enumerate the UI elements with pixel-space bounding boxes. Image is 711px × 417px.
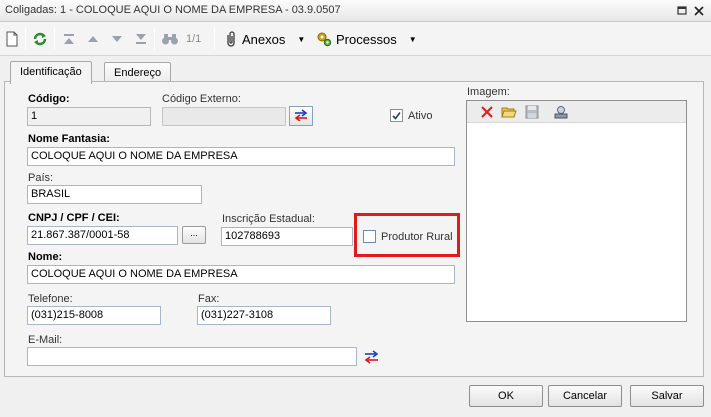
nome-field[interactable]: COLOQUE AQUI O NOME DA EMPRESA	[27, 265, 455, 284]
binoculars-icon[interactable]	[161, 30, 179, 48]
open-folder-icon[interactable]	[501, 104, 517, 120]
codigo-field[interactable]: 1	[27, 107, 151, 126]
delete-image-icon[interactable]	[479, 104, 495, 120]
next-record-icon[interactable]	[110, 30, 124, 48]
produtor-rural-checkbox[interactable]	[363, 230, 376, 243]
imagem-label: Imagem:	[467, 86, 510, 98]
nome-label: Nome:	[28, 251, 63, 263]
toolbar-separator	[214, 28, 215, 50]
produtor-rural-label: Produtor Rural	[381, 231, 453, 243]
swap-code-button[interactable]	[289, 106, 313, 126]
email-label: E-Mail:	[28, 334, 63, 346]
codigo-label: Código:	[28, 93, 70, 105]
pais-field[interactable]: BRASIL	[27, 185, 202, 204]
tab-identificacao[interactable]: Identificação	[10, 61, 92, 84]
swap-email-button[interactable]	[364, 348, 380, 366]
previous-record-icon[interactable]	[86, 30, 100, 48]
scanner-icon[interactable]	[553, 104, 569, 120]
pais-label: País:	[28, 172, 54, 184]
nome-fantasia-label: Nome Fantasia:	[28, 133, 110, 145]
ok-button[interactable]: OK	[469, 385, 543, 407]
cnpj-label: CNPJ / CPF / CEI:	[28, 212, 120, 224]
page-counter: 1/1	[186, 30, 201, 48]
nome-fantasia-field[interactable]: COLOQUE AQUI O NOME DA EMPRESA	[27, 147, 455, 166]
minimize-icon[interactable]	[674, 3, 690, 18]
gears-icon	[316, 31, 332, 47]
cnpj-lookup-button[interactable]: ...	[182, 226, 206, 244]
fax-field[interactable]: (031)227-3108	[197, 306, 331, 325]
swap-arrows-icon	[364, 350, 380, 364]
image-panel	[466, 100, 687, 322]
telefone-label: Telefone:	[28, 293, 73, 305]
telefone-field[interactable]: (031)215-8008	[27, 306, 161, 325]
swap-arrows-icon	[294, 108, 308, 124]
ativo-label: Ativo	[408, 110, 433, 122]
toolbar: 1/1 Anexos ▼ Processos ▼	[0, 22, 711, 56]
refresh-icon[interactable]	[32, 30, 48, 48]
codigo-externo-field[interactable]	[162, 107, 286, 126]
window-title: Coligadas: 1 - COLOQUE AQUI O NOME DA EM…	[5, 4, 341, 16]
chevron-down-icon: ▼	[297, 34, 306, 44]
cnpj-field[interactable]: 21.867.387/0001-58	[27, 226, 178, 245]
ativo-checkbox[interactable]	[390, 109, 403, 122]
attachments-label: Anexos	[242, 31, 286, 47]
last-record-icon[interactable]	[134, 30, 148, 48]
close-icon[interactable]	[691, 3, 707, 18]
inscricao-estadual-label: Inscrição Estadual:	[222, 213, 315, 225]
attachments-menu-button[interactable]: Anexos ▼	[224, 30, 305, 48]
paperclip-icon	[224, 31, 238, 47]
window-titlebar: Coligadas: 1 - COLOQUE AQUI O NOME DA EM…	[0, 0, 711, 22]
toolbar-separator	[25, 28, 26, 50]
tab-endereco[interactable]: Endereço	[104, 62, 172, 83]
cancel-button[interactable]: Cancelar	[548, 385, 622, 407]
image-toolbar	[467, 101, 686, 123]
save-image-icon[interactable]	[524, 104, 540, 120]
processes-label: Processos	[336, 31, 397, 47]
page-count: 1/1	[186, 33, 202, 45]
codigo-externo-label: Código Externo:	[162, 93, 241, 105]
save-button[interactable]: Salvar	[630, 385, 704, 407]
chevron-down-icon: ▼	[408, 34, 417, 44]
processes-menu-button[interactable]: Processos ▼	[316, 30, 417, 48]
email-field[interactable]	[27, 347, 357, 366]
inscricao-estadual-field[interactable]: 102788693	[221, 227, 353, 246]
first-record-icon[interactable]	[62, 30, 76, 48]
toolbar-separator	[154, 28, 155, 50]
fax-label: Fax:	[198, 293, 220, 305]
toolbar-separator	[54, 28, 55, 50]
new-document-icon[interactable]	[5, 30, 19, 48]
